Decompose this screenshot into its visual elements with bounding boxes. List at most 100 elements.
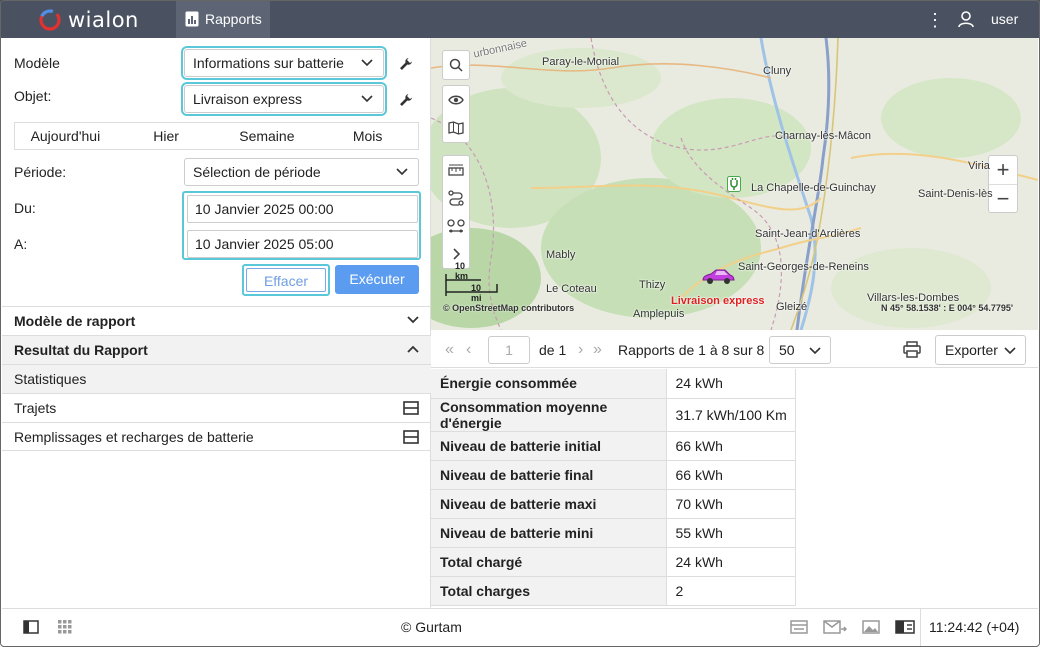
per-page-value: 50 — [779, 342, 795, 358]
report-result-section[interactable]: Resultat du Rapport — [2, 335, 431, 364]
tab-month[interactable]: Mois — [317, 123, 418, 149]
user-name[interactable]: user — [991, 11, 1018, 27]
tab-yesterday[interactable]: Hier — [116, 123, 217, 149]
result-item-statistics[interactable]: Statistiques — [2, 364, 431, 393]
charging-station-icon[interactable] — [727, 176, 741, 192]
map-place-label: Gleizé — [776, 301, 808, 313]
search-icon[interactable] — [443, 51, 469, 79]
prev-page-icon[interactable]: ‹ — [466, 341, 471, 359]
result-item-charges[interactable]: Remplissages et recharges de batterie — [2, 422, 431, 451]
table-row: Total charges 2 — [431, 576, 796, 606]
map-place-label: Le Coteau — [546, 283, 597, 295]
wrench-icon[interactable] — [399, 93, 413, 107]
chevron-down-icon — [361, 59, 373, 67]
top-bar: wialon Rapports ⋮ user — [0, 0, 1040, 38]
waypoints-icon[interactable] — [443, 212, 469, 240]
object-select[interactable]: Livraison express — [181, 82, 387, 116]
page-count: de 1 — [539, 342, 567, 358]
stat-label: Total chargé — [431, 547, 667, 577]
clear-button-label: Effacer — [246, 268, 326, 292]
stat-label: Niveau de batterie mini — [431, 518, 667, 548]
object-select-value: Livraison express — [193, 91, 302, 107]
eye-icon[interactable] — [443, 86, 469, 114]
footer-divider — [920, 609, 921, 646]
table-row: Total chargé 24 kWh — [431, 547, 796, 577]
stat-value: 66 kWh — [666, 431, 796, 461]
run-button[interactable]: Exécuter — [335, 265, 419, 294]
wrench-icon[interactable] — [399, 57, 413, 71]
period-select[interactable]: Sélection de période — [184, 158, 419, 186]
map-view[interactable]: + − urbonnaise Paray-le-Monial Cluny Cha… — [431, 38, 1038, 330]
result-item-label: Trajets — [14, 400, 57, 416]
map-toolbar-tools — [442, 155, 470, 269]
per-page-select[interactable]: 50 — [769, 336, 831, 364]
table-row: Niveau de batterie maxi 70 kWh — [431, 489, 796, 519]
zoom-out-button[interactable]: − — [989, 184, 1017, 212]
stat-label: Énergie consommée — [431, 369, 667, 399]
stat-label: Niveau de batterie final — [431, 460, 667, 490]
chevron-down-icon — [407, 316, 419, 324]
template-label: Modèle — [14, 55, 60, 71]
from-date-field[interactable]: 10 Janvier 2025 00:00 — [187, 195, 418, 223]
table-view-icon[interactable] — [403, 401, 419, 415]
user-icon[interactable] — [957, 10, 975, 28]
template-select-value: Informations sur batterie — [193, 55, 344, 71]
wialon-logo[interactable]: wialon — [38, 8, 139, 32]
map-layers-icon[interactable] — [443, 114, 469, 142]
result-item-trips[interactable]: Trajets — [2, 393, 431, 422]
statistics-table: Énergie consommée 24 kWh Consommation moy… — [431, 369, 796, 606]
stat-value: 66 kWh — [666, 460, 796, 490]
map-place-label: Thizy — [639, 279, 666, 291]
next-page-icon[interactable]: › — [578, 341, 583, 359]
car-unit-icon[interactable] — [701, 268, 735, 286]
notifications-icon[interactable] — [790, 620, 808, 634]
tab-today[interactable]: Aujourd'hui — [15, 123, 116, 149]
export-label: Exporter — [945, 342, 998, 358]
more-menu-icon[interactable]: ⋮ — [926, 10, 944, 30]
wialon-logo-icon — [39, 9, 61, 31]
map-place-label: Saint-Georges-de-Reneins — [738, 261, 869, 273]
last-page-icon[interactable]: » — [593, 341, 602, 359]
unit-label[interactable]: Livraison express — [671, 295, 765, 307]
page-input[interactable]: 1 — [488, 336, 530, 364]
object-label: Objet: — [14, 88, 52, 104]
clear-button[interactable]: Effacer — [242, 264, 330, 296]
to-date-field[interactable]: 10 Janvier 2025 05:00 — [187, 230, 418, 258]
chevron-down-icon — [809, 347, 821, 355]
template-select[interactable]: Informations sur batterie — [181, 46, 387, 80]
logo-text: wialon — [68, 8, 139, 32]
chevron-down-icon — [1004, 347, 1016, 355]
ruler-icon[interactable] — [443, 156, 469, 184]
table-row: Énergie consommée 24 kWh — [431, 369, 796, 399]
report-template-section[interactable]: Modèle de rapport — [2, 306, 431, 335]
route-icon[interactable] — [443, 184, 469, 212]
stat-label: Consommation moyenne d'énergie — [431, 398, 667, 432]
tab-week[interactable]: Semaine — [217, 123, 318, 149]
table-row: Niveau de batterie initial 66 kWh — [431, 431, 796, 461]
report-settings-panel: Modèle Informations sur batterie Objet: … — [2, 38, 431, 608]
reader-view-icon[interactable] — [895, 620, 915, 634]
table-row: Niveau de batterie final 66 kWh — [431, 460, 796, 490]
export-button[interactable]: Exporter — [935, 335, 1026, 365]
chevron-down-icon — [396, 168, 408, 176]
print-icon[interactable] — [903, 341, 921, 358]
stat-value: 31.7 kWh/100 Km — [666, 398, 796, 432]
first-page-icon[interactable]: « — [445, 341, 454, 359]
stat-value: 24 kWh — [666, 369, 796, 399]
stat-value: 2 — [666, 576, 796, 606]
copyright: © Gurtam — [401, 619, 462, 635]
zoom-in-button[interactable]: + — [989, 156, 1017, 184]
map-attribution[interactable]: © OpenStreetMap contributors — [443, 303, 574, 313]
from-label: Du: — [14, 200, 36, 216]
stat-value: 55 kWh — [666, 518, 796, 548]
table-view-icon[interactable] — [403, 430, 419, 444]
map-place-label: Paray-le-Monial — [542, 56, 620, 68]
tab-rapports[interactable]: Rapports — [176, 0, 270, 38]
image-icon[interactable] — [862, 620, 880, 634]
table-row: Consommation moyenne d'énergie 31.7 kWh/1… — [431, 398, 796, 432]
apps-grid-icon[interactable] — [58, 620, 72, 634]
panel-toggle-icon[interactable] — [23, 620, 39, 634]
period-label: Période: — [14, 164, 67, 180]
footer-bar: © Gurtam 11:24:42 (+04) — [2, 608, 1038, 646]
messages-icon[interactable] — [823, 620, 847, 634]
